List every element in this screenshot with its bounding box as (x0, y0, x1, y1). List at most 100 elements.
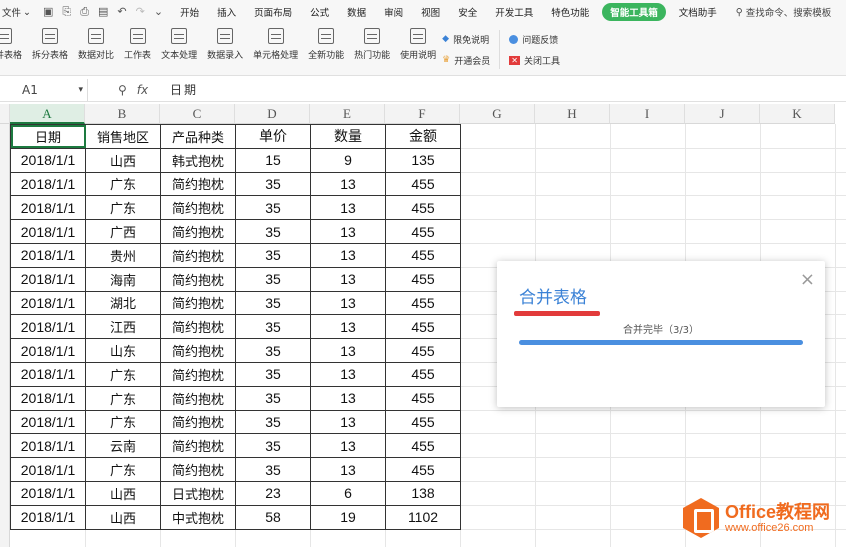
table-cell[interactable]: 13 (310, 314, 386, 340)
tab-smart-toolbox[interactable]: 智能工具箱 (602, 3, 666, 21)
table-cell[interactable]: 455 (385, 290, 461, 316)
table-cell[interactable]: 455 (385, 171, 461, 197)
table-cell[interactable]: 广东 (85, 409, 161, 435)
table-cell[interactable]: 13 (310, 171, 386, 197)
tab-0[interactable]: 开始 (171, 5, 208, 19)
tab-doc-assistant[interactable]: 文档助手 (670, 5, 726, 19)
column-header-k[interactable]: K (760, 104, 835, 124)
table-cell[interactable]: 58 (235, 504, 311, 530)
share-icon[interactable]: ⎘ (62, 5, 71, 19)
table-cell[interactable]: 13 (310, 385, 386, 411)
table-cell[interactable]: 35 (235, 457, 311, 482)
table-cell[interactable]: 广东 (85, 457, 161, 482)
table-cell[interactable]: 13 (310, 433, 386, 459)
table-cell[interactable]: 6 (310, 480, 386, 506)
table-cell[interactable]: 9 (310, 147, 386, 173)
more-icon[interactable]: ⌄ (154, 5, 163, 19)
table-cell[interactable]: 简约抱枕 (160, 314, 236, 340)
table-cell[interactable]: 35 (235, 266, 311, 292)
table-cell[interactable]: 35 (235, 409, 311, 435)
table-cell[interactable]: 山西 (85, 147, 161, 173)
table-cell[interactable]: 455 (385, 195, 461, 221)
ribbon-button-6[interactable]: 单元格处理 (253, 24, 298, 75)
table-cell[interactable]: 2018/1/1 (10, 171, 86, 197)
table-cell[interactable]: 2018/1/1 (10, 457, 86, 482)
table-cell[interactable]: 山东 (85, 338, 161, 363)
table-cell[interactable]: 13 (310, 290, 386, 316)
ribbon-button-8[interactable]: 热门功能 (354, 24, 390, 75)
table-cell[interactable]: 455 (385, 266, 461, 292)
column-header-a[interactable]: A (10, 104, 85, 124)
table-cell[interactable]: 13 (310, 361, 386, 387)
header-cell[interactable]: 产品种类 (160, 124, 236, 149)
table-cell[interactable]: 简约抱枕 (160, 385, 236, 411)
table-cell[interactable]: 简约抱枕 (160, 457, 236, 482)
table-cell[interactable]: 1102 (385, 504, 461, 530)
header-cell[interactable]: 日期 (10, 124, 86, 149)
table-cell[interactable]: 455 (385, 409, 461, 435)
table-cell[interactable]: 2018/1/1 (10, 338, 86, 363)
table-cell[interactable]: 贵州 (85, 242, 161, 268)
ribbon-button-9[interactable]: 使用说明 (400, 24, 436, 75)
close-icon[interactable]: × (800, 269, 815, 290)
table-cell[interactable]: 广西 (85, 219, 161, 244)
table-cell[interactable]: 35 (235, 171, 311, 197)
column-header-i[interactable]: I (610, 104, 685, 124)
table-cell[interactable]: 13 (310, 219, 386, 244)
column-header-e[interactable]: E (310, 104, 385, 124)
tab-6[interactable]: 视图 (412, 5, 449, 19)
table-cell[interactable]: 455 (385, 385, 461, 411)
save-icon[interactable]: ▣ (43, 5, 53, 19)
table-cell[interactable]: 455 (385, 457, 461, 482)
table-cell[interactable]: 455 (385, 219, 461, 244)
table-cell[interactable]: 23 (235, 480, 311, 506)
table-cell[interactable]: 13 (310, 266, 386, 292)
column-header-h[interactable]: H (535, 104, 610, 124)
table-cell[interactable]: 山西 (85, 480, 161, 506)
table-cell[interactable]: 简约抱枕 (160, 433, 236, 459)
table-cell[interactable]: 2018/1/1 (10, 361, 86, 387)
header-cell[interactable]: 销售地区 (85, 124, 161, 149)
table-cell[interactable]: 35 (235, 338, 311, 363)
column-header-d[interactable]: D (235, 104, 310, 124)
table-cell[interactable]: 简约抱枕 (160, 409, 236, 435)
table-cell[interactable]: 简约抱枕 (160, 338, 236, 363)
table-cell[interactable]: 138 (385, 480, 461, 506)
tab-8[interactable]: 开发工具 (486, 5, 542, 19)
header-cell[interactable]: 数量 (310, 124, 386, 149)
ribbon-button-4[interactable]: 文本处理 (161, 24, 197, 75)
table-cell[interactable]: 韩式抱枕 (160, 147, 236, 173)
ribbon-button-0[interactable]: 合并表格 (0, 24, 22, 75)
print-icon[interactable]: ⎙ (80, 5, 89, 19)
redo-icon[interactable]: ↷ (136, 5, 145, 19)
table-cell[interactable]: 13 (310, 242, 386, 268)
table-cell[interactable]: 455 (385, 242, 461, 268)
table-cell[interactable]: 2018/1/1 (10, 290, 86, 316)
table-cell[interactable]: 山西 (85, 504, 161, 530)
table-cell[interactable]: 35 (235, 195, 311, 221)
table-cell[interactable]: 35 (235, 385, 311, 411)
table-cell[interactable]: 13 (310, 457, 386, 482)
table-cell[interactable]: 35 (235, 290, 311, 316)
table-cell[interactable]: 2018/1/1 (10, 219, 86, 244)
tab-9[interactable]: 特色功能 (542, 5, 598, 19)
table-cell[interactable]: 2018/1/1 (10, 409, 86, 435)
file-menu[interactable]: 文件 ⌄ (0, 5, 35, 20)
table-cell[interactable]: 广东 (85, 385, 161, 411)
table-cell[interactable]: 2018/1/1 (10, 314, 86, 340)
table-cell[interactable]: 2018/1/1 (10, 147, 86, 173)
table-cell[interactable]: 13 (310, 195, 386, 221)
table-cell[interactable]: 海南 (85, 266, 161, 292)
table-cell[interactable]: 455 (385, 338, 461, 363)
table-cell[interactable]: 455 (385, 314, 461, 340)
table-cell[interactable]: 2018/1/1 (10, 504, 86, 530)
table-cell[interactable]: 湖北 (85, 290, 161, 316)
ribbon-button-7[interactable]: 全新功能 (308, 24, 344, 75)
free-info-button[interactable]: ◆ 限免说明 (442, 33, 490, 46)
tab-5[interactable]: 审阅 (375, 5, 412, 19)
table-cell[interactable]: 简约抱枕 (160, 361, 236, 387)
table-cell[interactable]: 35 (235, 433, 311, 459)
table-cell[interactable]: 455 (385, 433, 461, 459)
column-header-g[interactable]: G (460, 104, 535, 124)
tab-4[interactable]: 数据 (338, 5, 375, 19)
